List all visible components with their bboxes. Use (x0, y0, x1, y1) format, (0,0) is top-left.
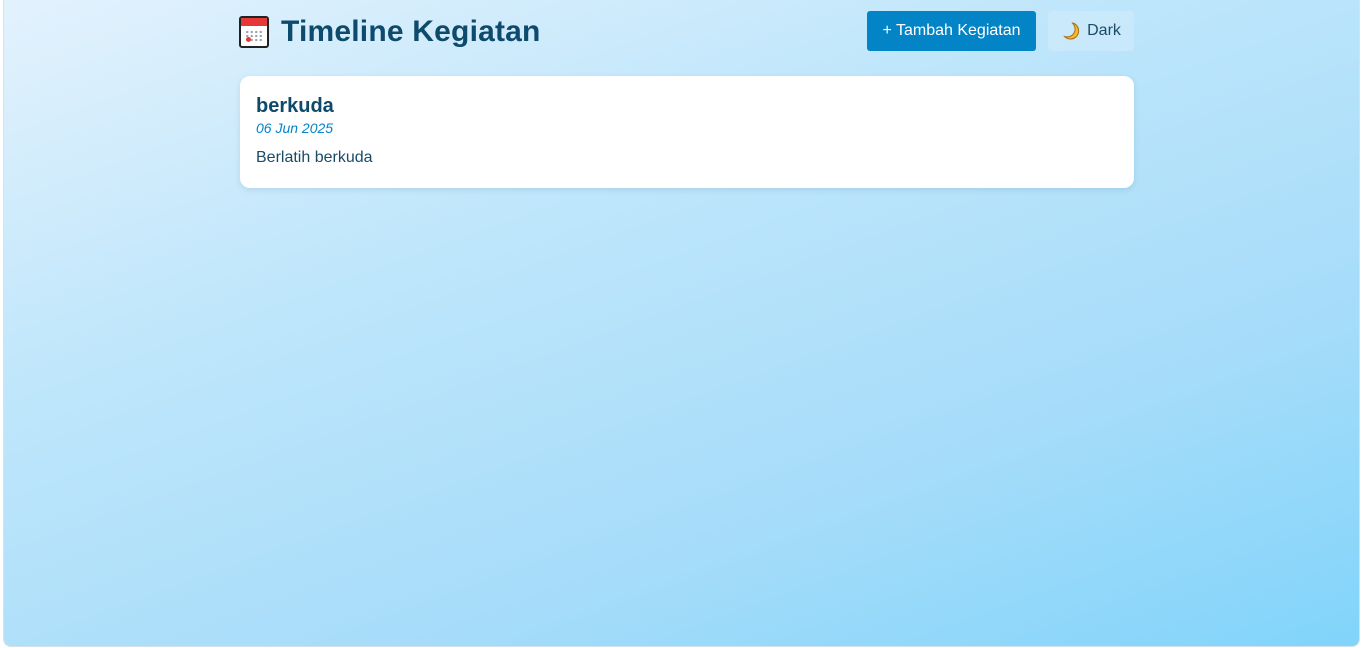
activity-title: berkuda (256, 95, 334, 117)
title-group: Timeline Kegiatan (239, 14, 541, 50)
calendar-icon (239, 16, 269, 48)
main-container: Timeline Kegiatan + Tambah Kegiatan Dark… (237, 0, 1134, 188)
activity-card[interactable]: berkuda 06 Jun 2025 Berlatih berkuda (240, 76, 1134, 188)
app-window: Timeline Kegiatan + Tambah Kegiatan Dark… (3, 0, 1360, 647)
activity-description: Berlatih berkuda (256, 149, 373, 166)
dark-mode-label: Dark (1087, 22, 1121, 39)
moon-icon (1063, 22, 1080, 40)
activity-date: 06 Jun 2025 (256, 120, 334, 136)
add-activity-button[interactable]: + Tambah Kegiatan (867, 11, 1036, 51)
dark-mode-toggle[interactable]: Dark (1048, 11, 1134, 51)
page-header: Timeline Kegiatan + Tambah Kegiatan Dark (237, 0, 1134, 66)
page-title: Timeline Kegiatan (281, 15, 541, 48)
